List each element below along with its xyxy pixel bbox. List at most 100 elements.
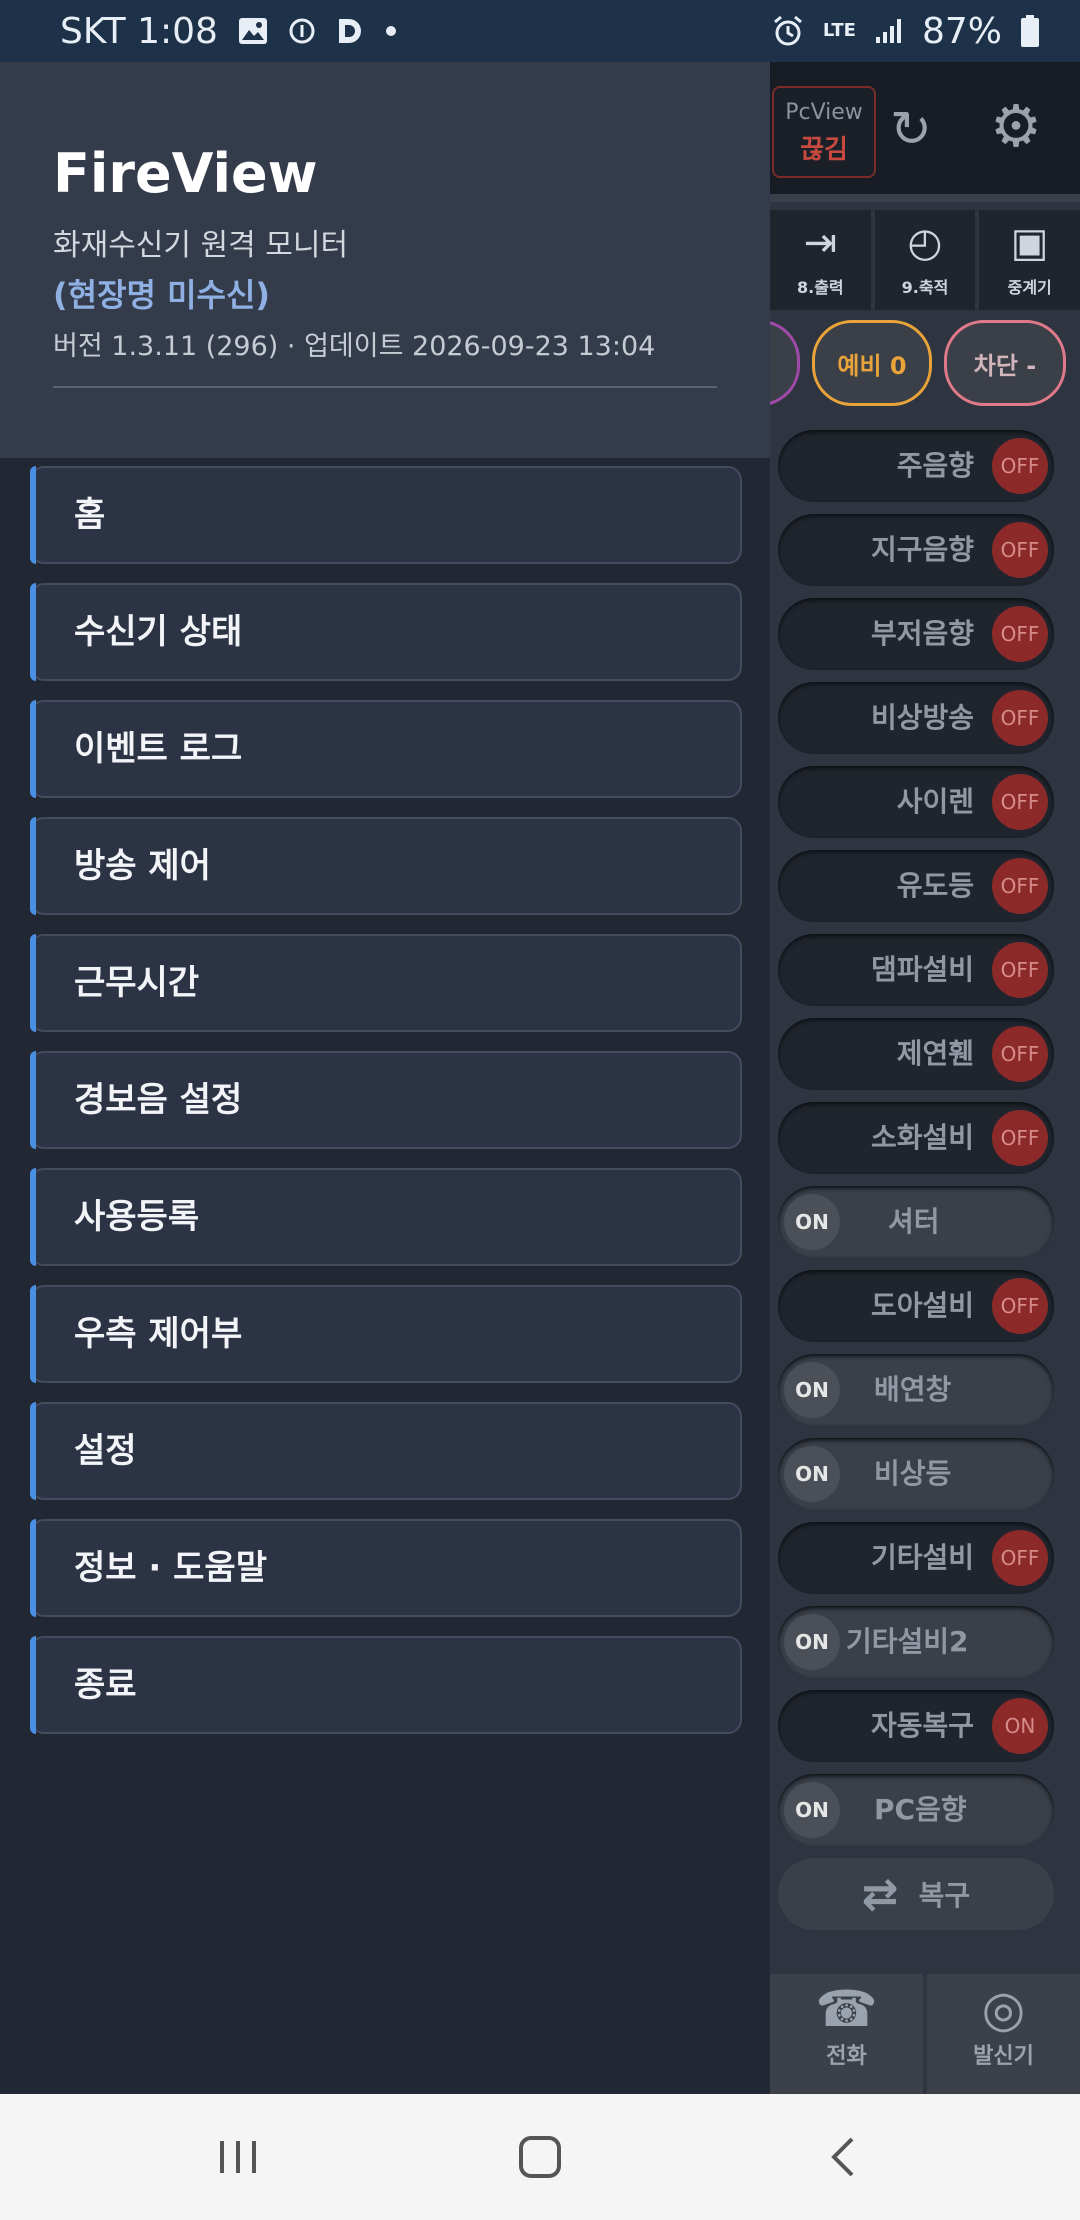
toggle-pc-sound[interactable]: ON PC음향 <box>778 1774 1054 1846</box>
clock-icon: ◴ <box>907 220 943 266</box>
menu-item-alarm-settings[interactable]: 경보음 설정 <box>30 1051 742 1149</box>
tab-output[interactable]: ⇥ 8.출력 <box>770 210 871 310</box>
recent-apps-button[interactable] <box>198 2124 278 2190</box>
telephone-icon: ☎ <box>815 1980 878 2038</box>
toggle-label: 자동복구 <box>870 1709 974 1742</box>
toggle-label: 댐파설비 <box>870 953 974 986</box>
system-navigation-bar <box>0 2094 1080 2220</box>
home-button[interactable] <box>500 2124 580 2190</box>
toggle-label: 도아설비 <box>870 1289 974 1322</box>
phone-button[interactable]: ☎ 전화 <box>770 1974 923 2094</box>
bell-icon: ◎ <box>981 1980 1026 2038</box>
toggle-state: OFF <box>992 1530 1048 1586</box>
alarm-icon <box>771 14 805 48</box>
home-icon <box>519 2136 561 2178</box>
control-toggles: 주음향 OFF 지구음향 OFF 부저음향 OFF 비상방송 OFF 사이렌 OFF 유도… <box>778 430 1068 1930</box>
block-chip[interactable]: 차단 - <box>944 320 1066 406</box>
tab-accumulate[interactable]: ◴ 9.축적 <box>874 210 976 310</box>
toggle-door[interactable]: 도아설비 OFF <box>778 1270 1054 1342</box>
network-type: LTE <box>822 20 856 41</box>
exit-icon: ⇥ <box>803 220 838 266</box>
phone-label: 전화 <box>826 2044 867 2069</box>
status-chip-partial[interactable] <box>770 320 800 406</box>
refresh-icon[interactable]: ↻ <box>890 100 932 158</box>
toggle-shutter[interactable]: ON 셔터 <box>778 1186 1054 1258</box>
toggle-state: ON <box>784 1362 840 1418</box>
toggle-state: OFF <box>992 522 1048 578</box>
toggle-state: ON <box>784 1782 840 1838</box>
d-app-icon <box>336 16 364 46</box>
toggle-label: 제연휀 <box>896 1037 974 1070</box>
toggle-smoke-fan[interactable]: 제연휀 OFF <box>778 1018 1054 1090</box>
pcview-label: PcView <box>785 100 863 125</box>
transmitter-label: 발신기 <box>973 2044 1034 2069</box>
toggle-damper[interactable]: 댐파설비 OFF <box>778 934 1054 1006</box>
status-chips: 예비 0 차단 - <box>770 320 1080 410</box>
menu-item-settings[interactable]: 설정 <box>30 1402 742 1500</box>
menu-item-label: 사용등록 <box>74 1197 200 1237</box>
back-button[interactable] <box>804 2124 884 2190</box>
info-icon <box>288 17 316 45</box>
toggle-state: OFF <box>992 774 1048 830</box>
toggle-emergency-light[interactable]: ON 비상등 <box>778 1438 1054 1510</box>
toggle-label: 부저음향 <box>870 617 974 650</box>
restore-label: 복구 <box>918 1879 971 1912</box>
toggle-label: 주음향 <box>896 449 974 482</box>
toggle-other-2[interactable]: ON 기타설비2 <box>778 1606 1054 1678</box>
menu-item-home[interactable]: 홈 <box>30 466 742 564</box>
pcview-status-button[interactable]: PcView 끊김 <box>772 86 876 178</box>
menu-item-label: 설정 <box>74 1431 137 1471</box>
app-title: FireView <box>53 142 318 205</box>
tab-label: 9.축적 <box>901 278 949 297</box>
toggle-other[interactable]: 기타설비 OFF <box>778 1522 1054 1594</box>
toggle-main-sound[interactable]: 주음향 OFF <box>778 430 1054 502</box>
toggle-smoke-window[interactable]: ON 배연창 <box>778 1354 1054 1426</box>
toggle-auto-restore[interactable]: 자동복구 ON <box>778 1690 1054 1762</box>
menu-item-broadcast-control[interactable]: 방송 제어 <box>30 817 742 915</box>
menu-item-label: 이벤트 로그 <box>74 729 243 769</box>
toggle-label: 셔터 <box>888 1205 940 1238</box>
toggle-state: OFF <box>992 1278 1048 1334</box>
tab-label: 8.출력 <box>797 278 844 297</box>
menu-item-work-hours[interactable]: 근무시간 <box>30 934 742 1032</box>
toggle-emergency-broadcast[interactable]: 비상방송 OFF <box>778 682 1054 754</box>
toggle-siren[interactable]: 사이렌 OFF <box>778 766 1054 838</box>
menu-item-label: 경보음 설정 <box>74 1080 243 1120</box>
site-name: (현장명 미수신) <box>53 276 271 314</box>
tab-repeater[interactable]: ▣ 중계기 <box>979 210 1080 310</box>
toggle-zone-sound[interactable]: 지구음향 OFF <box>778 514 1054 586</box>
menu-item-label: 정보 · 도움말 <box>74 1548 267 1588</box>
toggle-label: 사이렌 <box>896 785 974 818</box>
menu-item-info-help[interactable]: 정보 · 도움말 <box>30 1519 742 1617</box>
restore-button[interactable]: ⇄ 복구 <box>778 1858 1054 1930</box>
toggle-state: ON <box>992 1698 1048 1754</box>
reserve-chip[interactable]: 예비 0 <box>812 320 932 406</box>
tab-label: 중계기 <box>1007 278 1052 297</box>
menu-item-registration[interactable]: 사용등록 <box>30 1168 742 1266</box>
toggle-label: 기타설비2 <box>846 1625 969 1658</box>
box-icon: ▣ <box>1010 220 1049 266</box>
menu-item-exit[interactable]: 종료 <box>30 1636 742 1734</box>
drawer-header: FireView 화재수신기 원격 모니터 (현장명 미수신) 버전 1.3.1… <box>0 62 770 458</box>
menu-item-right-control[interactable]: 우측 제어부 <box>30 1285 742 1383</box>
toggle-guide-light[interactable]: 유도등 OFF <box>778 850 1054 922</box>
toggle-buzzer[interactable]: 부저음향 OFF <box>778 598 1054 670</box>
toggle-state: OFF <box>992 942 1048 998</box>
pcview-status: 끊김 <box>800 135 848 165</box>
toggle-label: PC음향 <box>874 1793 967 1826</box>
toggle-label: 비상방송 <box>870 701 974 734</box>
menu-item-label: 홈 <box>74 495 106 535</box>
gear-icon[interactable]: ⚙ <box>990 92 1042 160</box>
toggle-state: ON <box>784 1194 840 1250</box>
toggle-state: OFF <box>992 606 1048 662</box>
toggle-state: OFF <box>992 1110 1048 1166</box>
background-bottom-buttons: ☎ 전화 ◎ 발신기 <box>770 1974 1080 2094</box>
toggle-extinguisher[interactable]: 소화설비 OFF <box>778 1102 1054 1174</box>
menu-item-receiver-status[interactable]: 수신기 상태 <box>30 583 742 681</box>
toggle-state: OFF <box>992 858 1048 914</box>
app-subtitle: 화재수신기 원격 모니터 <box>53 228 349 263</box>
transmitter-button[interactable]: ◎ 발신기 <box>927 1974 1080 2094</box>
menu-item-event-log[interactable]: 이벤트 로그 <box>30 700 742 798</box>
navigation-drawer: FireView 화재수신기 원격 모니터 (현장명 미수신) 버전 1.3.1… <box>0 62 770 2094</box>
toggle-label: 비상등 <box>874 1457 952 1490</box>
